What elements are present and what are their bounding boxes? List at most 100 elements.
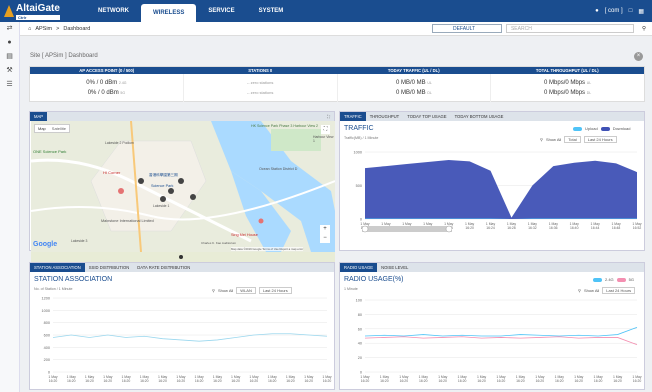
nav-system[interactable]: SYSTEM	[247, 0, 296, 22]
x-tick-label: 16:20	[158, 379, 167, 383]
upload-swatch	[573, 126, 582, 131]
x-tick-label: 16:40	[570, 226, 579, 230]
y-tick-label: 400	[44, 346, 50, 350]
nav-service[interactable]: SERVICE	[196, 0, 246, 22]
x-tick-label: 16:20	[361, 379, 370, 383]
map-label: Mainstone International Limited	[101, 219, 154, 223]
tab-radio-usage[interactable]: RADIO USAGE	[340, 263, 378, 272]
throughput-unit-dl: DL	[586, 91, 592, 95]
x-tick-label: 16:20	[574, 379, 583, 383]
nav-wireless[interactable]: WIRELESS	[141, 4, 197, 22]
x-tick-label: 16:36	[549, 226, 558, 230]
ap-value-24: 0% / 0 dBm	[86, 80, 118, 86]
x-tick-label: 16:52	[633, 226, 642, 230]
stat-header-stations: STATIONS 0	[248, 68, 273, 73]
radio-chart: 0204060801001 May16:201 May16:201 May16:…	[356, 299, 642, 384]
list-icon[interactable]: ☰	[0, 78, 19, 92]
x-tick-label: 16:20	[458, 379, 467, 383]
radio-range-select[interactable]: Last 24 Hours	[602, 287, 636, 294]
map-footer[interactable]: Map data ©2019 Google Terms of Use Repor…	[231, 247, 304, 251]
search-icon[interactable]: ⚲	[578, 288, 581, 293]
x-tick-label: 16:20	[67, 379, 76, 383]
home-icon[interactable]: ⌂	[28, 26, 31, 32]
x-tick-label: 16:20	[49, 379, 58, 383]
station-title: STATION ASSOCIATION	[34, 276, 113, 283]
legend-24g: 2.4G	[605, 277, 614, 282]
chart-icon[interactable]: ▤	[0, 50, 19, 64]
radio-panel: RADIO USAGE NOISE LEVEL RADIO USAGE(%) 1…	[339, 262, 645, 390]
tab-data-rate-distribution[interactable]: DATA RATE DISTRIBUTION	[133, 263, 194, 272]
station-wlan-select[interactable]: WLAN	[236, 287, 256, 294]
y-tick-label: 0	[48, 371, 50, 375]
dashboard-icon[interactable]: ●	[0, 36, 19, 50]
y-tick-label: 1000	[354, 151, 362, 155]
user-icon: ●	[595, 8, 599, 14]
grid-icon[interactable]: ▦	[638, 8, 644, 15]
traffic-legend: Upload Download	[573, 126, 630, 131]
map-label: Lakeside 1	[153, 204, 170, 208]
x-tick-label: 16:20	[195, 379, 204, 383]
search-input[interactable]: SEARCH	[505, 24, 634, 33]
tab-throughput[interactable]: THROUGHPUT	[366, 112, 404, 121]
x-tick-label: 16:20	[140, 379, 149, 383]
window-icon[interactable]: □	[629, 8, 633, 14]
show-all-button[interactable]: Show All	[546, 137, 561, 142]
nav-network[interactable]: NETWORK	[86, 0, 141, 22]
collapse-icon[interactable]: ⇄	[0, 22, 19, 36]
tab-today-bottom-usage[interactable]: TODAY BOTTOM USAGE	[451, 112, 508, 121]
fullscreen-icon[interactable]: ⛶	[323, 112, 334, 121]
x-tick-label: 16:20	[497, 379, 506, 383]
map-type-satellite[interactable]: Satellite	[49, 125, 69, 132]
area-series	[365, 160, 637, 219]
close-icon[interactable]: ×	[634, 52, 643, 61]
zoom-out-icon[interactable]: −	[320, 234, 330, 243]
station-range-select[interactable]: Last 24 Hours	[258, 287, 292, 294]
map-label: Charles K. Kao Auditorium	[201, 241, 237, 245]
show-all-button[interactable]: Show All	[584, 288, 599, 293]
breadcrumb: ⌂ APSim > Dashboard DEFAULT SEARCH ⚲	[20, 22, 652, 36]
y-tick-label: 40	[358, 342, 362, 346]
x-tick-label: 16:20	[213, 379, 222, 383]
g5-swatch	[616, 277, 626, 282]
download-swatch	[600, 126, 610, 131]
traffic-type-select[interactable]: Total	[564, 136, 581, 143]
map-label: Science Park	[151, 184, 174, 188]
stat-stations: -- zero stations -- zero stations	[184, 74, 338, 102]
map-label: 香港科學園第三期	[149, 173, 178, 177]
x-tick-label: 16:24	[486, 226, 495, 230]
carousel-dot[interactable]	[179, 255, 183, 259]
search-icon[interactable]: ⚲	[540, 137, 543, 142]
brand-logo[interactable]: AltaiGate Ctrlr	[0, 3, 86, 20]
map-view[interactable]: Map Satellite HK Science Park Phase 3 Ha…	[31, 121, 335, 262]
breadcrumb-site[interactable]: APSim	[35, 26, 52, 32]
user-label[interactable]: [ com ]	[605, 8, 623, 14]
station-panel: STATION ASSOCIATION SSID DISTRIBUTION DA…	[29, 262, 335, 390]
y-tick-label: 80	[358, 313, 362, 317]
tab-ssid-distribution[interactable]: SSID DISTRIBUTION	[85, 263, 133, 272]
x-tick-label: 16:20	[400, 379, 409, 383]
brand-sub: Ctrlr	[16, 14, 60, 20]
zoom-in-icon[interactable]: +	[320, 225, 330, 234]
map-type-map[interactable]: Map	[35, 125, 49, 132]
search-icon[interactable]: ⚲	[212, 288, 215, 293]
show-all-button[interactable]: Show All	[218, 288, 233, 293]
group-select[interactable]: DEFAULT	[431, 24, 502, 33]
tab-today-top-usage[interactable]: TODAY TOP USAGE	[403, 112, 450, 121]
traffic-navigator[interactable]	[362, 224, 452, 234]
legend-upload: Upload	[585, 126, 598, 131]
x-tick-label: 16:20	[304, 379, 313, 383]
tools-icon[interactable]: ⚒	[0, 64, 19, 78]
tab-traffic[interactable]: TRAFFIC	[340, 112, 366, 121]
throughput-value-ul: 0 Mbps/0 Mbps	[544, 80, 586, 86]
g24-swatch	[593, 277, 602, 282]
traffic-range-select[interactable]: Last 24 Hours	[583, 136, 617, 143]
search-icon[interactable]: ⚲	[642, 26, 646, 32]
tab-noise-level[interactable]: NOISE LEVEL	[377, 263, 412, 272]
map-fullscreen-icon[interactable]: ⛶	[321, 125, 330, 134]
y-tick-label: 500	[356, 184, 362, 188]
map-type-toggle[interactable]: Map Satellite	[34, 124, 71, 133]
x-tick-label: 16:20	[536, 379, 545, 383]
tab-map[interactable]: MAP	[30, 112, 48, 121]
top-right-tools: ● [ com ] □ ▦	[595, 8, 652, 15]
tab-station-association[interactable]: STATION ASSOCIATION	[30, 263, 85, 272]
